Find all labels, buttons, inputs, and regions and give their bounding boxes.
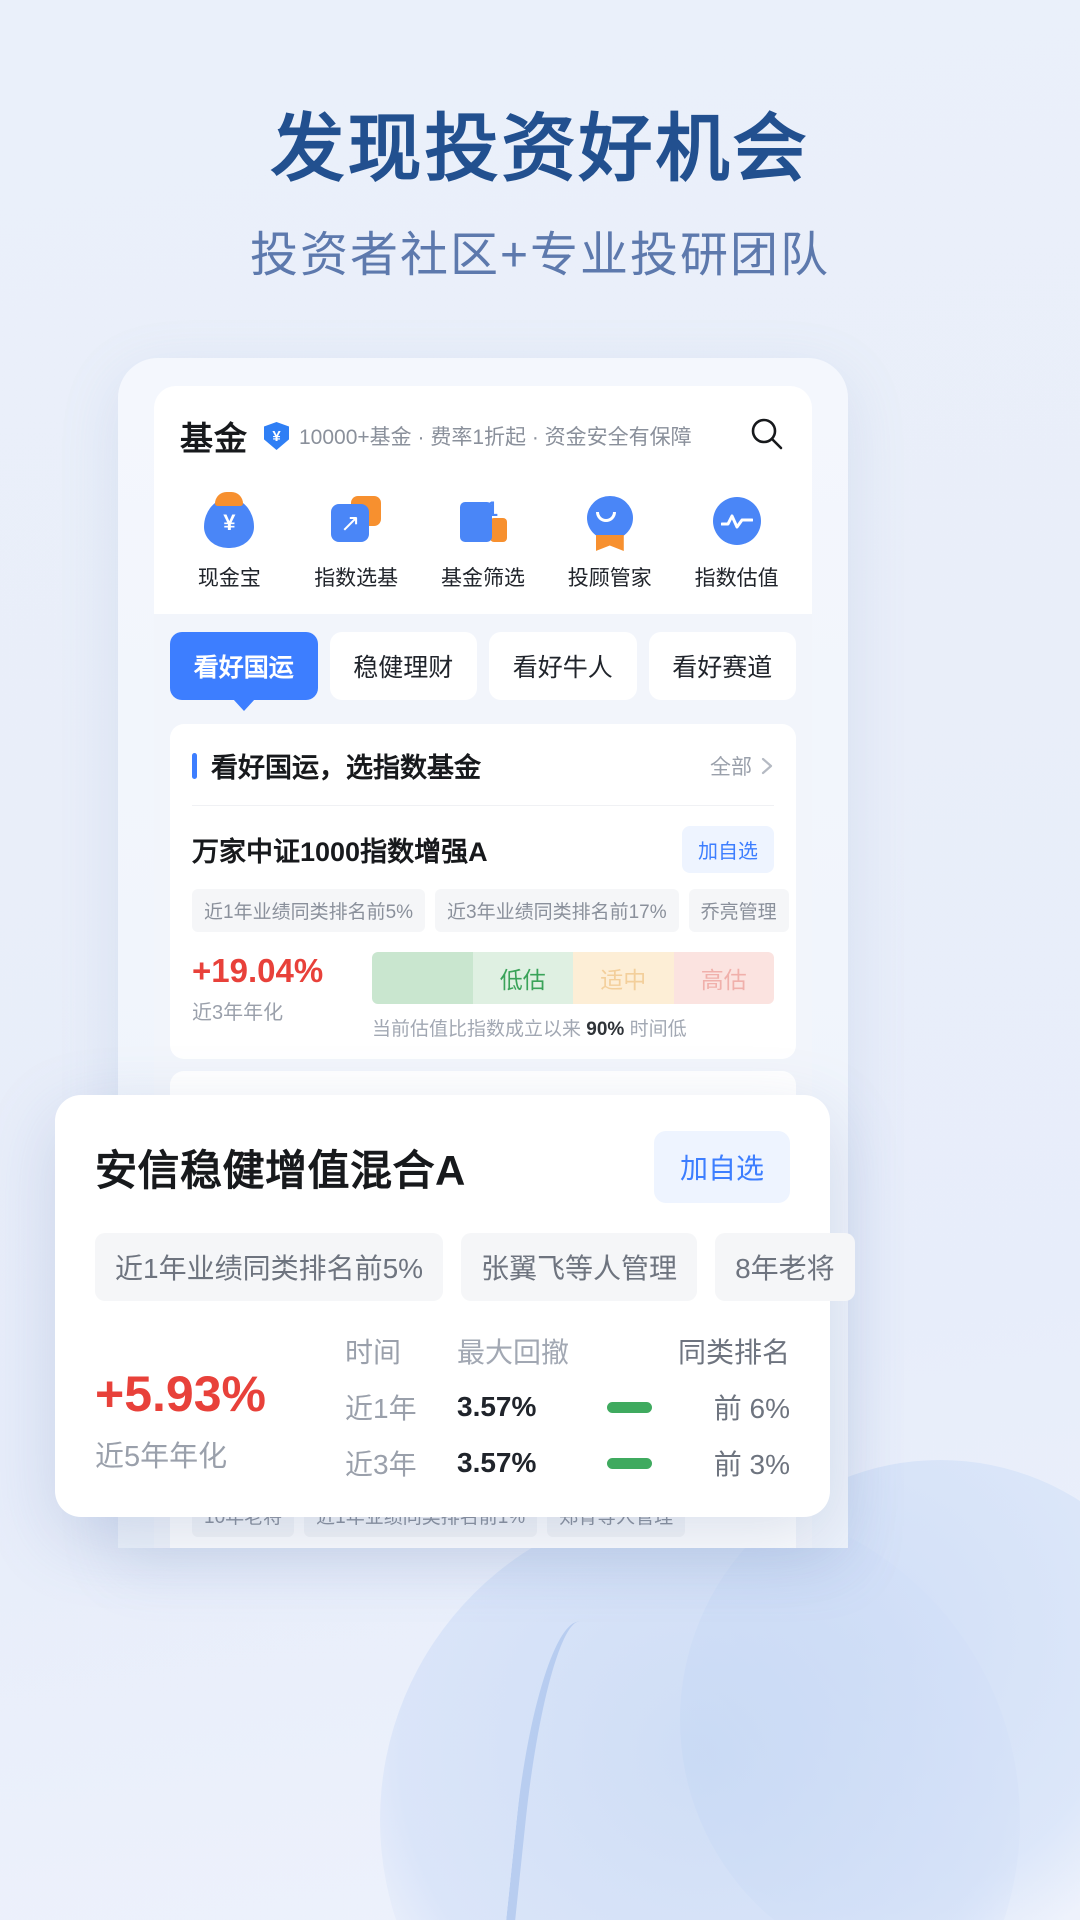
col-header-drawdown: 最大回撤 — [457, 1337, 570, 1368]
section-title: 看好国运，选指数基金 — [211, 753, 481, 783]
col-header-period: 时间 — [345, 1337, 402, 1368]
app-title: 基金 — [180, 420, 248, 457]
valuation-note-strong: 90% — [586, 1019, 625, 1040]
overlay-tag: 近1年业绩同类排名前5% — [95, 1233, 444, 1301]
overlay-tag: 张翼飞等人管理 — [461, 1233, 698, 1301]
valuation-segment-low: 低估 — [472, 952, 573, 1004]
quick-entry-label: 投顾管家 — [567, 567, 652, 590]
fund-return-block: +19.04% 近3年年化 — [192, 952, 372, 1025]
fund-tag: 乔亮管理 — [688, 889, 789, 932]
valuation-segment-fill — [372, 952, 473, 1004]
chevron-right-icon — [761, 757, 773, 774]
quick-entry-label: 指数选基 — [314, 567, 399, 590]
quick-entry-advisor[interactable]: 投顾管家 — [546, 492, 673, 592]
fund-performance-row: +19.04% 近3年年化 低估 适中 高估 当前估值比指数成立以来 90% 时… — [192, 952, 774, 1059]
overlay-fund-name: 安信稳健增值混合A — [95, 1146, 466, 1194]
cell-drawdown: 3.57% — [457, 1391, 537, 1422]
valuation-block: 低估 适中 高估 当前估值比指数成立以来 90% 时间低 — [372, 952, 774, 1041]
pulse-circle-icon — [708, 492, 766, 550]
cell-period: 近1年 — [345, 1393, 417, 1424]
overlay-metrics-table: 时间 最大回撤 同类排名 近1年 3.57% 前 6% 近3年 3.57% 前 … — [345, 1331, 790, 1483]
section-card-index-funds: 看好国运，选指数基金 全部 万家中证1000指数增强A 加自选 近1年业绩同类排… — [170, 724, 796, 1059]
quick-entry-filter[interactable]: 1 基金筛选 — [420, 492, 547, 592]
fund-tag-row: 近1年业绩同类排名前5% 近3年业绩同类排名前17% 乔亮管理 — [192, 889, 789, 932]
fund-row[interactable]: 万家中证1000指数增强A 加自选 近1年业绩同类排名前5% 近3年业绩同类排名… — [192, 806, 789, 1059]
section-all-label: 全部 — [710, 755, 752, 779]
fund-title-row: 万家中证1000指数增强A 加自选 — [192, 826, 774, 873]
tab-guoyun[interactable]: 看好国运 — [170, 632, 318, 700]
overlay-metrics: +5.93% 近5年年化 时间 最大回撤 同类排名 近1年 3.57% 前 6%… — [95, 1331, 790, 1483]
valuation-note: 当前估值比指数成立以来 90% 时间低 — [372, 1014, 774, 1041]
quick-entry-valuation[interactable]: 指数估值 — [673, 492, 800, 592]
table-header-row: 时间 最大回撤 同类排名 — [345, 1331, 790, 1371]
shield-icon: ¥ — [264, 422, 289, 450]
cell-drawdown: 3.57% — [457, 1447, 537, 1478]
quick-entry-grid: ¥ 现金宝 ↗ 指数选基 1 基金筛选 投顾管家 指数估值 — [154, 474, 812, 614]
tab-niuren[interactable]: 看好牛人 — [489, 632, 637, 700]
overlay-return-value: +5.93% — [95, 1366, 266, 1422]
fund-tag: 近1年业绩同类排名前5% — [192, 889, 426, 932]
section-all-link[interactable]: 全部 — [710, 751, 774, 781]
add-to-watchlist-button[interactable]: 加自选 — [682, 826, 774, 873]
overlay-title-row: 安信稳健增值混合A 加自选 — [95, 1131, 790, 1203]
arrow-square-icon: ↗ — [327, 492, 385, 550]
tab-wenjian[interactable]: 稳健理财 — [329, 632, 477, 700]
category-tabs: 看好国运 稳健理财 看好牛人 看好赛道 — [154, 614, 812, 710]
quick-entry-index[interactable]: ↗ 指数选基 — [293, 492, 420, 592]
fund-tag: 近3年业绩同类排名前17% — [435, 889, 679, 932]
app-header: 基金 ¥ 10000+基金 · 费率1折起 · 资金安全有保障 — [154, 386, 812, 474]
col-header-rank: 同类排名 — [677, 1337, 790, 1368]
valuation-note-suffix: 时间低 — [629, 1019, 687, 1040]
overlay-return-block: +5.93% 近5年年化 — [95, 1331, 345, 1475]
search-icon[interactable] — [748, 415, 786, 458]
valuation-segment-mid: 适中 — [573, 952, 674, 1004]
cell-period: 近3年 — [345, 1449, 417, 1480]
cell-rank: 前 6% — [713, 1393, 790, 1424]
smile-chat-icon — [581, 492, 639, 550]
page-subtitle: 投资者社区+专业投研团队 — [249, 229, 831, 283]
valuation-note-prefix: 当前估值比指数成立以来 — [372, 1019, 582, 1040]
quick-entry-label: 指数估值 — [694, 567, 779, 590]
tab-saidao[interactable]: 看好赛道 — [648, 632, 796, 700]
fund-return-label: 近3年年化 — [192, 1002, 284, 1024]
quick-entry-label: 现金宝 — [197, 567, 261, 590]
app-tagline: 10000+基金 · 费率1折起 · 资金安全有保障 — [299, 426, 692, 449]
quick-entry-cash[interactable]: ¥ 现金宝 — [166, 492, 293, 592]
fund-name: 万家中证1000指数增强A — [192, 837, 488, 867]
valuation-bar: 低估 适中 高估 — [372, 952, 774, 1004]
valuation-segment-high: 高估 — [673, 952, 774, 1004]
table-row: 近1年 3.57% 前 6% — [345, 1387, 790, 1427]
page-title: 发现投资好机会 — [270, 107, 810, 190]
cell-rank: 前 3% — [713, 1449, 790, 1480]
fund-return-value: +19.04% — [192, 952, 324, 989]
quick-entry-label: 基金筛选 — [440, 567, 525, 590]
overlay-tag: 8年老将 — [715, 1233, 855, 1301]
shield-glyph: ¥ — [272, 427, 281, 445]
hero-section: 发现投资好机会 投资者社区+专业投研团队 — [0, 108, 1080, 285]
section-header: 看好国运，选指数基金 全部 — [192, 724, 774, 806]
table-row: 近3年 3.57% 前 3% — [345, 1443, 790, 1483]
highlight-fund-card[interactable]: 安信稳健增值混合A 加自选 近1年业绩同类排名前5% 张翼飞等人管理 8年老将 … — [55, 1095, 855, 1517]
overlay-return-label: 近5年年化 — [95, 1441, 228, 1473]
bar-filter-icon: 1 — [454, 492, 512, 550]
overlay-add-to-watchlist-button[interactable]: 加自选 — [653, 1131, 790, 1203]
cell-bar — [607, 1457, 666, 1469]
section-accent-bar — [192, 752, 197, 779]
money-bag-icon: ¥ — [200, 492, 258, 550]
overlay-tag-row: 近1年业绩同类排名前5% 张翼飞等人管理 8年老将 — [95, 1233, 855, 1301]
cell-bar — [607, 1401, 666, 1413]
